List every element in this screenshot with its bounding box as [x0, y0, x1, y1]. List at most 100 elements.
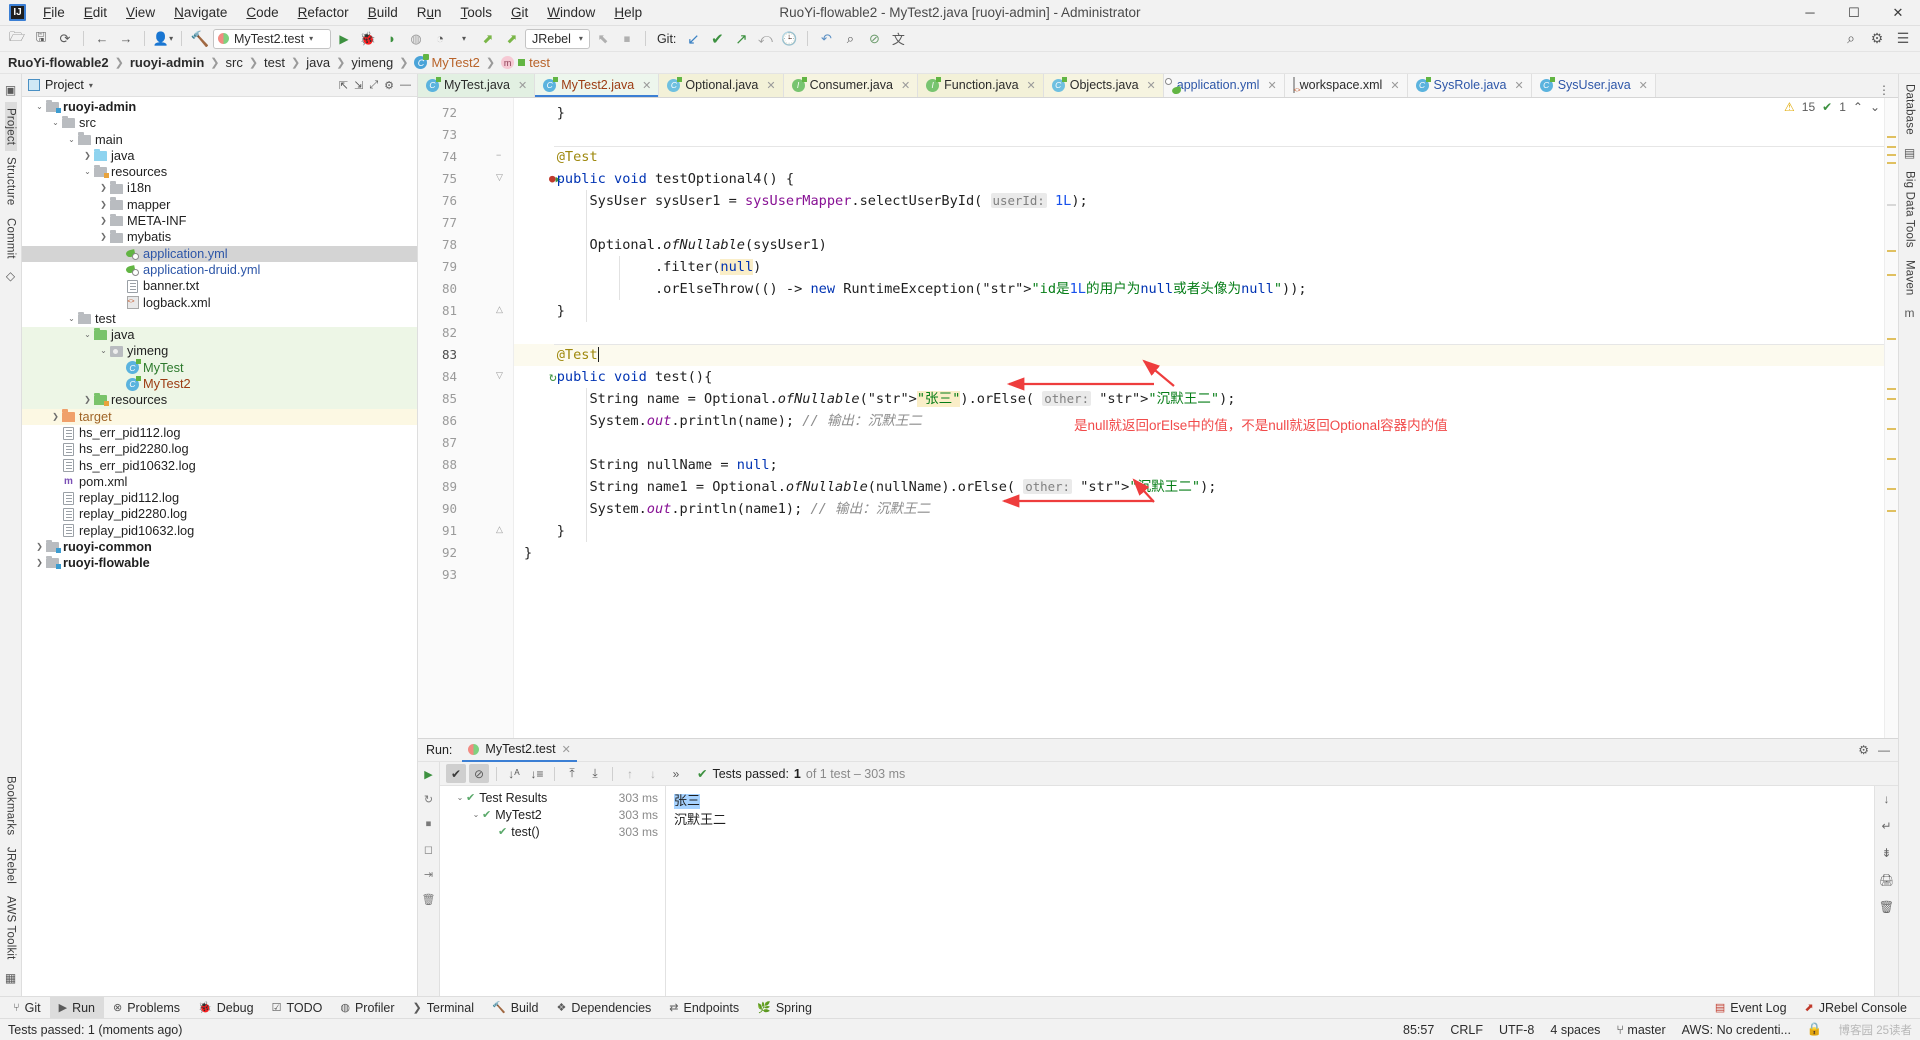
- tree-expand-arrow[interactable]: ⌄: [454, 793, 466, 802]
- test-results-tree[interactable]: ⌄ ✔ Test Results 303 ms ⌄ ✔ MyTest2 303 ms ✔ test…: [440, 786, 666, 996]
- breadcrumb-module[interactable]: ruoyi-admin: [130, 55, 204, 70]
- test-result-row[interactable]: ⌄ ✔ MyTest2 303 ms: [440, 806, 665, 823]
- rail-aws-toolkit[interactable]: AWS Toolkit: [5, 890, 17, 966]
- line-number[interactable]: 74: [431, 149, 457, 164]
- tool-window-endpoints[interactable]: ⇄ Endpoints: [660, 997, 748, 1019]
- collapse-all-icon[interactable]: ⇲: [354, 79, 363, 92]
- line-number[interactable]: 76: [431, 193, 457, 208]
- code-line[interactable]: public void test(){: [524, 366, 713, 388]
- line-number[interactable]: 88: [431, 457, 457, 472]
- error-stripe[interactable]: [1884, 98, 1898, 738]
- editor-tab-optional-java[interactable]: C Optional.java ✕: [659, 74, 784, 97]
- tree-node-replay-pid2280-log[interactable]: replay_pid2280.log: [22, 506, 417, 522]
- tree-expand-arrow[interactable]: ⌄: [66, 132, 77, 148]
- breadcrumb-java[interactable]: java: [306, 55, 330, 70]
- stop-icon[interactable]: ⏹: [616, 29, 638, 49]
- aws-status[interactable]: AWS: No credenti...: [1682, 1023, 1791, 1037]
- close-icon[interactable]: ✕: [1267, 79, 1276, 92]
- settings-gear-icon[interactable]: ⚙: [1858, 743, 1869, 757]
- line-number[interactable]: 78: [431, 237, 457, 252]
- lock-icon[interactable]: 🔒: [1807, 1022, 1823, 1037]
- tree-expand-arrow[interactable]: ❯: [82, 392, 93, 408]
- console-output[interactable]: 张三 沉默王二: [666, 786, 1874, 996]
- editor-tabs-more-icon[interactable]: ⋮: [1870, 83, 1898, 97]
- tree-node-mytest2[interactable]: C MyTest2: [22, 375, 417, 393]
- code-line[interactable]: SysUser sysUser1 = sysUserMapper.selectU…: [524, 190, 1088, 212]
- close-icon[interactable]: ✕: [1147, 79, 1156, 92]
- jrebel-debug-icon[interactable]: ⬈: [501, 29, 523, 49]
- breadcrumb-class[interactable]: C MyTest2: [414, 54, 480, 70]
- close-icon[interactable]: ✕: [1027, 79, 1036, 92]
- close-icon[interactable]: ✕: [766, 79, 775, 92]
- line-number[interactable]: 79: [431, 259, 457, 274]
- tree-node-i18n[interactable]: ❯ i18n: [22, 180, 417, 196]
- breadcrumb-project[interactable]: RuoYi-flowable2: [8, 55, 109, 70]
- code-line[interactable]: }: [524, 102, 565, 124]
- editor-tab-sysrole-java[interactable]: C SysRole.java ✕: [1407, 74, 1532, 97]
- run-session-tab[interactable]: MyTest2.test ✕: [462, 739, 577, 762]
- tree-node-mytest[interactable]: C MyTest: [22, 359, 417, 377]
- hide-panel-icon[interactable]: —: [1878, 743, 1890, 757]
- rail-jrebel[interactable]: JRebel: [5, 841, 17, 890]
- database-icon[interactable]: ▤: [1904, 146, 1915, 160]
- update-project-icon[interactable]: ↙: [682, 29, 704, 49]
- tool-window-spring[interactable]: 🌿 Spring: [748, 997, 821, 1019]
- rail-structure[interactable]: Structure: [5, 151, 17, 211]
- tree-node-pom-xml[interactable]: m pom.xml: [22, 474, 417, 490]
- code-line[interactable]: @Test: [524, 344, 599, 366]
- hide-panel-icon[interactable]: —: [400, 79, 411, 92]
- breadcrumb-test[interactable]: test: [264, 55, 285, 70]
- push-icon[interactable]: ↗: [730, 29, 752, 49]
- scroll-to-end-icon[interactable]: ↓: [1884, 792, 1890, 806]
- line-number[interactable]: 72: [431, 105, 457, 120]
- tree-node-main[interactable]: ⌄ main: [22, 132, 417, 148]
- indent-setting[interactable]: 4 spaces: [1550, 1023, 1600, 1037]
- search-everywhere-icon[interactable]: ⌕: [1840, 29, 1862, 49]
- caret-position[interactable]: 85:57: [1403, 1023, 1434, 1037]
- rerun-failed-icon[interactable]: ↻: [424, 793, 433, 806]
- export-icon[interactable]: ⇟: [1881, 846, 1891, 860]
- test-result-row[interactable]: ⌄ ✔ Test Results 303 ms: [440, 789, 665, 806]
- sync-icon[interactable]: ⟳: [54, 29, 76, 49]
- menu-navigate[interactable]: Navigate: [165, 2, 236, 23]
- tool-window-run[interactable]: ▶ Run: [49, 996, 104, 1019]
- git-branch[interactable]: ⑂ master: [1616, 1023, 1665, 1037]
- show-passed-icon[interactable]: ✔: [446, 764, 466, 783]
- tool-window-build[interactable]: 🔨 Build: [483, 997, 548, 1019]
- back-arrow-icon[interactable]: ←: [91, 29, 113, 49]
- line-number[interactable]: 81: [431, 303, 457, 318]
- tree-expand-arrow[interactable]: ❯: [34, 539, 45, 555]
- tree-node-java[interactable]: ⌄ java: [22, 327, 417, 344]
- menu-build[interactable]: Build: [359, 2, 407, 23]
- code-line[interactable]: .filter(null): [524, 256, 761, 278]
- breadcrumb-method[interactable]: m test: [501, 55, 550, 70]
- chevron-down-icon[interactable]: ⌄: [1870, 100, 1880, 114]
- menu-help[interactable]: Help: [605, 2, 651, 23]
- line-number[interactable]: 92: [431, 545, 457, 560]
- line-number[interactable]: 73: [431, 127, 457, 142]
- rail-database[interactable]: Database: [1904, 78, 1916, 141]
- code-line[interactable]: Optional.ofNullable(sysUser1): [524, 234, 826, 256]
- menu-tools[interactable]: Tools: [452, 2, 502, 23]
- no-entry-icon[interactable]: ⊘: [863, 29, 885, 49]
- code-line[interactable]: }: [524, 300, 565, 322]
- tree-expand-arrow[interactable]: ❯: [98, 197, 109, 213]
- file-encoding[interactable]: UTF-8: [1499, 1023, 1534, 1037]
- editor-tab-workspace-xml[interactable]: workspace.xml ✕: [1284, 74, 1408, 97]
- rail-maven[interactable]: Maven: [1904, 254, 1916, 302]
- line-number[interactable]: 87: [431, 435, 457, 450]
- tree-node-logback-xml[interactable]: logback.xml: [22, 294, 417, 311]
- tool-window-bar[interactable]: ⑂ Git ▶ Run ⊗ Problems 🐞 Debug ☑ TODO ◍ Profiler ❯ Te…: [0, 996, 1920, 1019]
- rail-big-data-tools[interactable]: Big Data Tools: [1904, 165, 1916, 254]
- tree-node-hs-err-pid10632-log[interactable]: hs_err_pid10632.log: [22, 458, 417, 474]
- menu-window[interactable]: Window: [538, 2, 604, 23]
- code-line[interactable]: String name = Optional.ofNullable("str">…: [524, 388, 1235, 410]
- menu-refactor[interactable]: Refactor: [289, 2, 358, 23]
- pin-icon[interactable]: ⇥: [424, 868, 433, 881]
- line-number[interactable]: 93: [431, 567, 457, 582]
- editor-tab-consumer-java[interactable]: I Consumer.java ✕: [783, 74, 919, 97]
- code-content[interactable]: ●▶ ↻ } @Test public void testOptional4() …: [514, 98, 1884, 738]
- code-line[interactable]: System.out.println(name); // 输出：沉默王二: [524, 410, 922, 432]
- breadcrumb-package[interactable]: yimeng: [351, 55, 393, 70]
- editor-tab-sysuser-java[interactable]: C SysUser.java ✕: [1531, 74, 1656, 97]
